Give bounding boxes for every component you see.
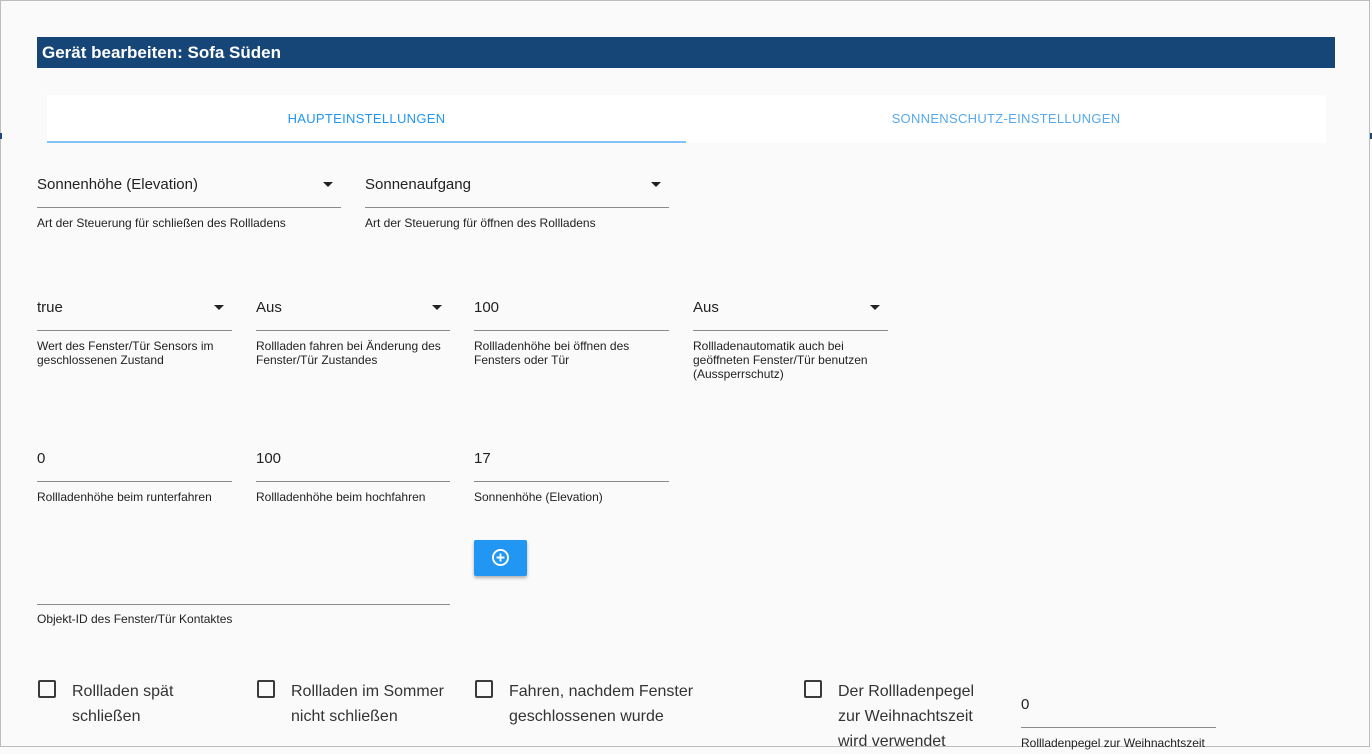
- edge-marker: [0, 133, 2, 139]
- elevation-help: Sonnenhöhe (Elevation): [474, 490, 603, 504]
- field-underline: [693, 330, 888, 331]
- height-on-open-input[interactable]: 100 Rollladenhöhe bei öffnen des Fenster…: [474, 293, 669, 373]
- tab-sun-protection-settings[interactable]: SONNENSCHUTZ-EINSTELLUNGEN: [686, 95, 1326, 143]
- close-type-select[interactable]: Sonnenhöhe (Elevation) Art der Steuerung…: [37, 170, 341, 240]
- sensor-value-help: Wert des Fenster/Tür Sensors im geschlos…: [37, 339, 214, 367]
- open-type-select[interactable]: Sonnenaufgang Art der Steuerung für öffn…: [365, 170, 669, 240]
- arrow-drop-down-icon: [214, 305, 224, 310]
- xmas-level-input[interactable]: 0 Rollladenpegel zur Weihnachtszeit: [1021, 692, 1216, 750]
- elevation-value: 17: [474, 450, 491, 467]
- open-type-value: Sonnenaufgang: [365, 176, 471, 193]
- arrow-drop-down-icon: [432, 305, 442, 310]
- open-type-help: Art der Steuerung für öffnen des Rolllad…: [365, 216, 596, 230]
- late-close-label: Rollladen spät schließen: [72, 683, 174, 725]
- close-type-help: Art der Steuerung für schließen des Roll…: [37, 216, 286, 230]
- arrow-drop-down-icon: [870, 305, 880, 310]
- move-after-window-closed-checkbox[interactable]: [475, 680, 493, 698]
- summer-no-close-label: Rollladen im Sommer nicht schließen: [291, 683, 444, 725]
- height-down-input[interactable]: 0 Rollladenhöhe beim runterfahren: [37, 444, 232, 509]
- height-up-value: 100: [256, 450, 282, 467]
- plus-circle-icon: [492, 549, 509, 566]
- move-after-window-closed-label: Fahren, nachdem Fenster geschlossenen wur…: [509, 683, 694, 725]
- contact-id-input[interactable]: Objekt-ID des Fenster/Tür Kontaktes: [37, 580, 450, 630]
- height-on-open-value: 100: [474, 299, 500, 316]
- contact-id-help: Objekt-ID des Fenster/Tür Kontaktes: [37, 612, 233, 626]
- height-on-open-help: Rollladenhöhe bei öffnen des Fensters od…: [474, 339, 630, 367]
- elevation-input[interactable]: 17 Sonnenhöhe (Elevation): [474, 444, 669, 509]
- move-on-change-value: Aus: [256, 299, 282, 316]
- lockout-help: Rollladenautomatik auch bei geöffneten F…: [693, 339, 868, 381]
- field-underline: [37, 481, 232, 482]
- field-underline: [365, 207, 669, 208]
- field-underline: [37, 207, 341, 208]
- field-underline: [474, 330, 669, 331]
- xmas-level-checkbox[interactable]: [804, 680, 822, 698]
- dialog-title: Gerät bearbeiten: Sofa Süden: [37, 37, 1335, 68]
- height-down-value: 0: [37, 450, 46, 467]
- xmas-level-value: 0: [1021, 696, 1030, 713]
- height-up-input[interactable]: 100 Rollladenhöhe beim hochfahren: [256, 444, 450, 509]
- tab-bar: HAUPTEINSTELLUNGEN SONNENSCHUTZ-EINSTELL…: [47, 95, 1326, 143]
- summer-no-close-checkbox[interactable]: [257, 680, 275, 698]
- sensor-value-select[interactable]: true Wert des Fenster/Tür Sensors im ges…: [37, 293, 232, 373]
- tab-main-settings[interactable]: HAUPTEINSTELLUNGEN: [47, 95, 686, 143]
- add-contact-button[interactable]: [474, 540, 527, 576]
- move-on-change-help: Rollladen fahren bei Änderung des Fenste…: [256, 339, 441, 367]
- field-underline: [256, 330, 450, 331]
- xmas-level-help: Rollladenpegel zur Weihnachtszeit: [1021, 736, 1205, 750]
- field-underline: [474, 481, 669, 482]
- lockout-value: Aus: [693, 299, 719, 316]
- height-up-help: Rollladenhöhe beim hochfahren: [256, 490, 426, 504]
- close-type-value: Sonnenhöhe (Elevation): [37, 176, 198, 193]
- xmas-level-label: Der Rollladenpegel zur Weihnachtszeit wird…: [838, 683, 975, 750]
- arrow-drop-down-icon: [323, 182, 333, 187]
- move-on-change-select[interactable]: Aus Rollladen fahren bei Änderung des Fe…: [256, 293, 450, 373]
- field-underline: [256, 481, 450, 482]
- field-underline: [1021, 727, 1216, 728]
- field-underline: [37, 604, 450, 605]
- late-close-checkbox[interactable]: [38, 680, 56, 698]
- field-underline: [37, 330, 232, 331]
- arrow-drop-down-icon: [651, 182, 661, 187]
- sensor-value-value: true: [37, 299, 63, 316]
- lockout-select[interactable]: Aus Rollladenautomatik auch bei geöffnet…: [693, 293, 888, 388]
- height-down-help: Rollladenhöhe beim runterfahren: [37, 490, 212, 504]
